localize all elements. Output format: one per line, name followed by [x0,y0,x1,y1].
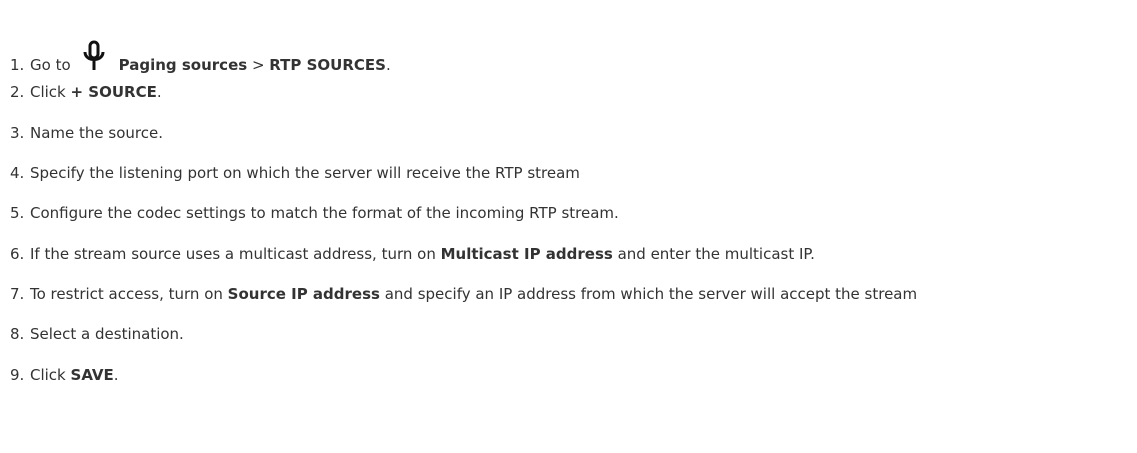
step-text: Name the source. [30,124,163,142]
step-text: Click [30,366,71,384]
step-4: 4. Specify the listening port on which th… [0,161,580,185]
step-1: 1. Go to Paging sources > RTP SOURCES. [0,40,391,74]
step-text: Click [30,83,71,101]
step-8: 8. Select a destination. [0,322,184,346]
step-9: 9. Click SAVE. [0,363,119,387]
step-2: 2. Click + SOURCE. [0,80,162,104]
step-text: and specify an IP address from which the… [379,285,918,303]
ui-label-add-source: + SOURCE [70,83,157,101]
step-text: Configure the codec settings to match th… [30,204,619,222]
step-text: . [156,83,162,101]
step-6: 6. If the stream source uses a multicast … [0,242,815,266]
ui-label-multicast-ip-address: Multicast IP address [440,245,613,263]
step-number: 9. [10,366,25,384]
step-text: Specify the listening port on which the … [30,164,580,182]
instruction-steps: 1. Go to Paging sources > RTP SOURCES. 2.… [0,0,1137,453]
ui-label-save: SAVE [70,366,114,384]
step-number: 2. [10,83,25,101]
step-number: 4. [10,164,25,182]
step-5: 5. Configure the codec settings to match … [0,201,619,225]
step-number: 3. [10,124,25,142]
step-text: Go to [30,56,71,74]
microphone-icon [81,40,107,74]
step-number: 8. [10,325,25,343]
step-text: If the stream source uses a multicast ad… [30,245,441,263]
step-number: 7. [10,285,25,303]
step-number: 5. [10,204,25,222]
step-text: and enter the multicast IP. [612,245,815,263]
step-7: 7. To restrict access, turn on Source IP … [0,282,917,306]
step-text: To restrict access, turn on [30,285,228,303]
step-text: > [247,56,270,74]
step-text: Select a destination. [30,325,184,343]
ui-label-source-ip-address: Source IP address [227,285,380,303]
step-number: 1. [10,56,25,74]
step-number: 6. [10,245,25,263]
menu-path-paging-sources: Paging sources [118,56,248,74]
step-text: . [113,366,119,384]
menu-path-rtp-sources: RTP SOURCES [269,56,386,74]
step-3: 3. Name the source. [0,121,163,145]
step-text: . [385,56,391,74]
